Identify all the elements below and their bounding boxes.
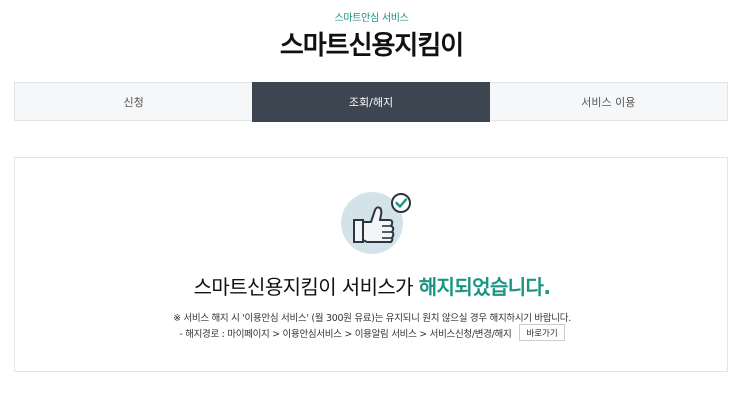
- service-category-label: 스마트안심 서비스: [334, 13, 409, 24]
- tab-apply[interactable]: 신청: [15, 83, 252, 120]
- result-headline: 스마트신용지킴이 서비스가 해지되었습니다.: [15, 271, 729, 300]
- cancel-notice: ※ 서비스 해지 시 '이용안심 서비스' (월 300원 유료)는 유지되니 …: [173, 313, 571, 324]
- tab-bar: 신청 조회/해지 서비스 이용: [14, 82, 728, 122]
- page: 스마트안심 서비스 스마트신용지킴이 신청 조회/해지 서비스 이용 스마트신용…: [0, 0, 743, 403]
- cancel-path-row: - 해지경로 : 마이페이지 > 이용안심서비스 > 이용알림 서비스 > 서비…: [15, 324, 729, 341]
- headline-accent: 해지되었습니다.: [418, 275, 551, 299]
- page-title: 스마트신용지킴이: [279, 31, 464, 61]
- result-panel: 스마트신용지킴이 서비스가 해지되었습니다. ※ 서비스 해지 시 '이용안심 …: [14, 157, 728, 372]
- cancel-path-text: - 해지경로 : 마이페이지 > 이용안심서비스 > 이용알림 서비스 > 서비…: [179, 328, 512, 340]
- tab-inquiry-cancel[interactable]: 조회/해지: [252, 82, 490, 122]
- tab-service-use[interactable]: 서비스 이용: [490, 83, 727, 120]
- thumbs-up-check-icon: [341, 192, 411, 254]
- headline-text: 스마트신용지킴이 서비스가: [193, 275, 419, 299]
- go-shortcut-button[interactable]: 바로가기: [519, 324, 565, 341]
